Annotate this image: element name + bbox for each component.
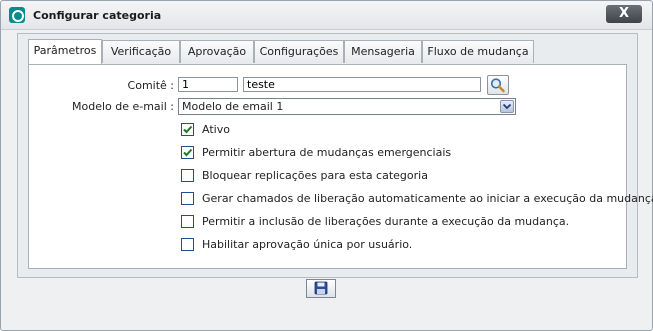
gerar-chamados-label: Gerar chamados de liberação automaticame…: [202, 192, 653, 205]
tab-parametros[interactable]: Parâmetros: [28, 39, 102, 64]
tab-mensageria[interactable]: Mensageria: [344, 40, 422, 63]
comite-id-field[interactable]: [178, 77, 238, 92]
app-logo-icon: [9, 7, 25, 23]
tab-fluxo-de-mudanca[interactable]: Fluxo de mudança: [422, 40, 534, 63]
ativo-checkbox[interactable]: [181, 123, 194, 136]
modelo-email-value: Modelo de email 1: [182, 100, 284, 113]
modelo-email-label: Modelo de e-mail :: [71, 100, 174, 113]
search-icon: [490, 78, 505, 93]
close-button[interactable]: X: [606, 5, 642, 23]
aprovacao-unica-checkbox[interactable]: [181, 238, 194, 251]
gerar-chamados-checkbox[interactable]: [181, 192, 194, 205]
tab-aprovacao[interactable]: Aprovação: [180, 40, 254, 63]
comite-name-field[interactable]: [243, 77, 481, 92]
chevron-down-icon[interactable]: [500, 100, 514, 113]
dialog-title: Configurar categoria: [33, 9, 162, 22]
mudancas-emergenciais-checkbox[interactable]: [181, 146, 194, 159]
bloquear-replicacoes-label: Bloquear replicações para esta categoria: [202, 169, 428, 182]
permitir-inclusao-label: Permitir a inclusão de liberações durant…: [202, 215, 570, 228]
permitir-inclusao-checkbox[interactable]: [181, 215, 194, 228]
checkmark-icon: [183, 148, 193, 157]
tab-container: Parâmetros Verificação Aprovação Configu…: [17, 33, 653, 278]
bloquear-replicacoes-checkbox[interactable]: [181, 169, 194, 182]
floppy-disk-icon: [314, 281, 328, 295]
aprovacao-unica-label: Habilitar aprovação única por usuário.: [202, 238, 413, 251]
comite-label: Comitê :: [127, 79, 174, 92]
ativo-label: Ativo: [202, 123, 230, 136]
configurar-categoria-dialog: Configurar categoria X Parâmetros Verifi…: [0, 0, 653, 331]
search-comite-button[interactable]: [487, 75, 509, 95]
save-button[interactable]: [306, 279, 336, 298]
parametros-panel: Comitê : Modelo de e-mail : Modelo de em…: [28, 64, 653, 269]
modelo-email-select[interactable]: Modelo de email 1: [178, 98, 516, 115]
title-bar: Configurar categoria X: [1, 1, 652, 30]
checkmark-icon: [183, 125, 193, 134]
tab-configuracoes[interactable]: Configurações: [254, 40, 344, 63]
tab-verificacao[interactable]: Verificação: [102, 40, 180, 63]
mudancas-emergenciais-label: Permitir abertura de mudanças emergencia…: [202, 146, 452, 159]
